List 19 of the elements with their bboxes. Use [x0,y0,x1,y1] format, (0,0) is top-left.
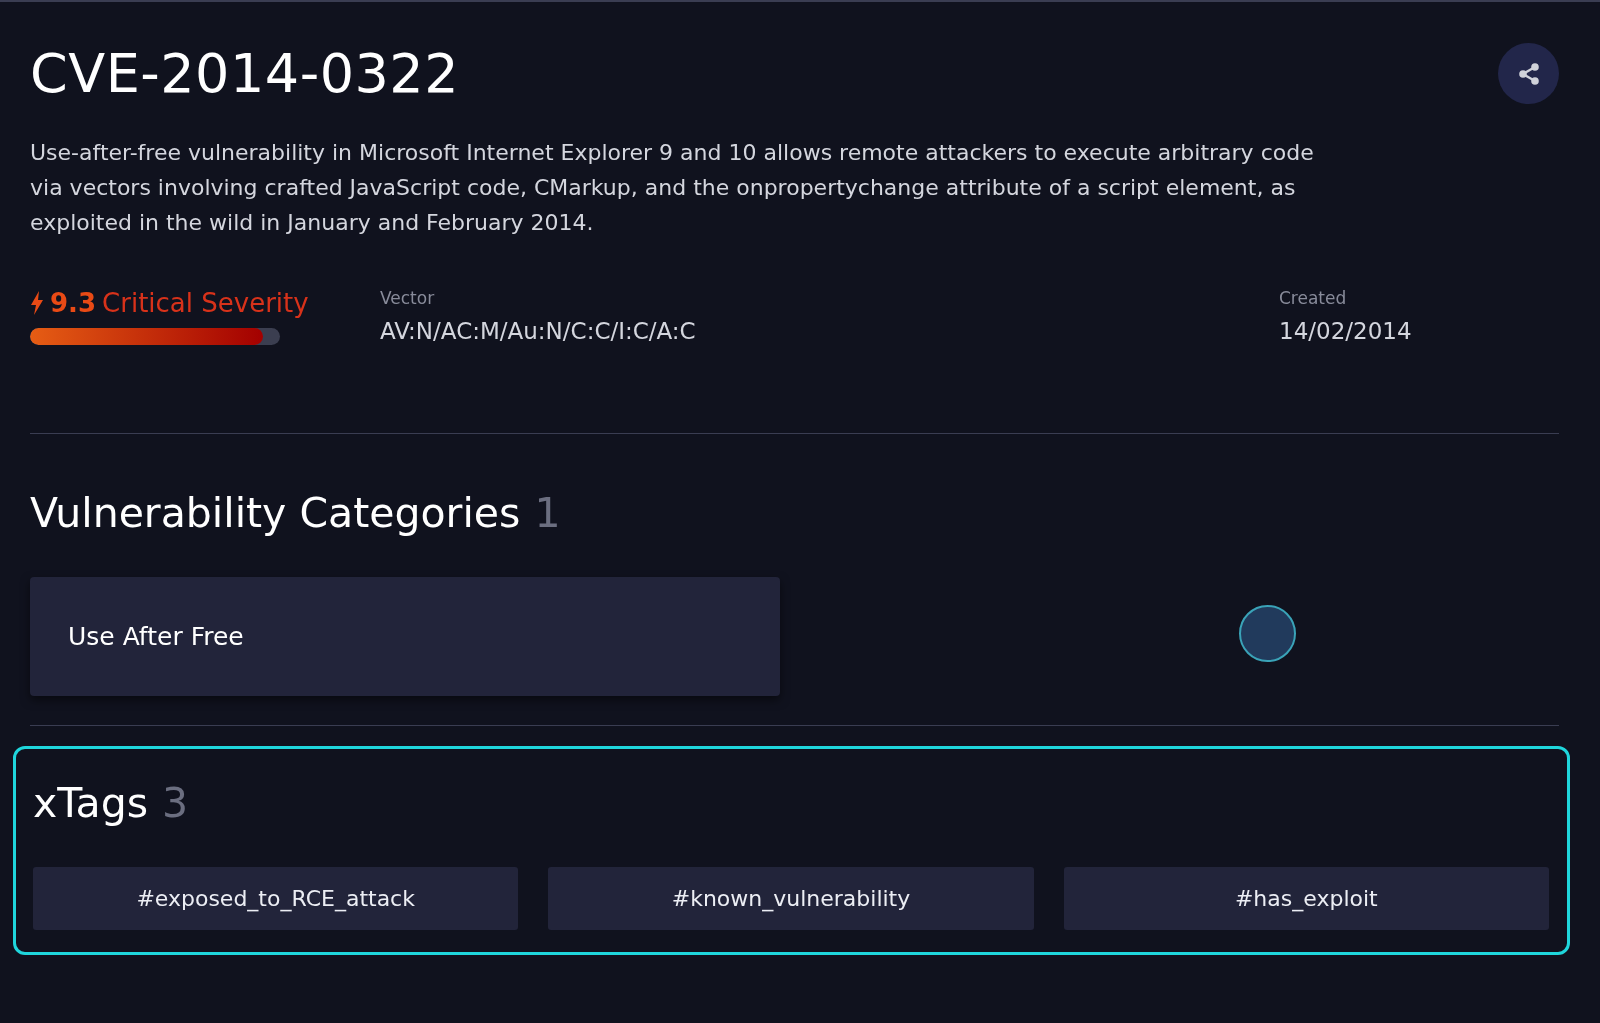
severity-label: Critical Severity [102,288,309,318]
cve-title: CVE-2014-0322 [30,42,460,105]
share-icon [1516,61,1541,86]
section-heading: xTags [33,779,149,827]
tag-count: 3 [162,779,189,827]
cursor-highlight [1239,605,1296,662]
description: Use-after-free vulnerability in Microsoft Internet Explorer 9 and 10 allows remote attackers to execute arbitrary code via vectors involving crafted JavaScript code, CMarkup, and the onpropertychange attribute of a script element, as exploited in the wild in January and February 2014. [30,139,1315,237]
created-date: 14/02/2014 [1279,318,1413,344]
vector-label: Vector [380,288,436,308]
section-heading: Vulnerability Categories [30,489,521,537]
tag-chip[interactable]: #has_exploit [1063,867,1549,930]
category-count: 1 [534,489,561,537]
tag-chip[interactable]: #exposed_to_RCE_attack [33,867,519,930]
created-label: Created [1279,288,1348,308]
lightning-icon [30,291,44,315]
tag-chip[interactable]: #known_vulnerability [548,867,1034,930]
severity-score: 9.3 [50,288,97,318]
vector-value: AV:N/AC:M/Au:N/C:C/I:C/A:C [380,318,697,344]
category-card: Use After Free [30,577,780,696]
